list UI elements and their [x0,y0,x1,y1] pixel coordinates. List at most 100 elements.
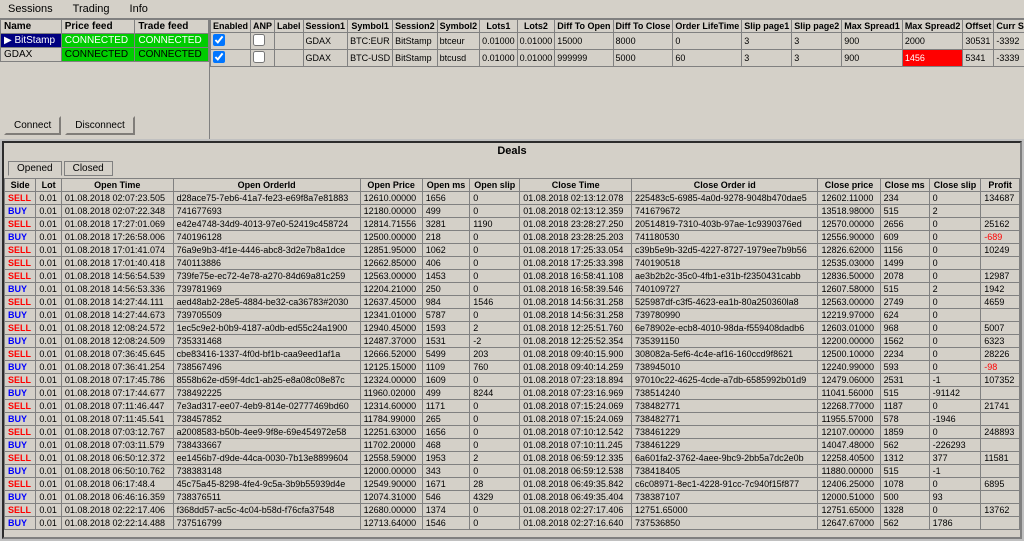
deals-row[interactable]: BUY 0.01 01.08.2018 12:08:24.509 7353314… [5,335,1020,348]
col-name: Name [1,20,62,34]
row-open-slip: 0 [470,465,520,478]
row-open-time: 01.08.2018 06:46:16.359 [61,491,173,504]
session-row-bitstamp[interactable]: ▶ BitStamp CONNECTED CONNECTED [1,34,209,48]
row-close-ms: 2234 [880,348,929,361]
deals-row[interactable]: SELL 0.01 01.08.2018 07:03:12.767 a20085… [5,426,1020,439]
row-close-price: 11955.57000 [818,413,880,426]
connect-button[interactable]: Connect [4,116,61,135]
anp-2[interactable] [251,50,275,67]
enabled-checkbox-1[interactable] [213,34,225,46]
row-open-price: 12341.01000 [360,309,422,322]
deals-row[interactable]: SELL 0.01 01.08.2018 17:27:01.069 e42e47… [5,218,1020,231]
th-symbol1: Symbol1 [348,20,393,33]
deals-row[interactable]: BUY 0.01 01.08.2018 07:36:41.254 7385674… [5,361,1020,374]
row-open-ms: 3281 [422,218,469,231]
th-session1: Session1 [303,20,348,33]
menu-info[interactable]: Info [126,2,152,16]
orderlifetime-2: 60 [673,50,742,67]
row-open-price: 11960.02000 [360,387,422,400]
enabled-1[interactable] [211,33,251,50]
row-close-ms: 593 [880,361,929,374]
row-lot: 0.01 [36,439,62,452]
row-close-time: 01.08.2018 07:23:16.969 [520,387,632,400]
row-open-price: 12662.85000 [360,257,422,270]
row-side: SELL [5,374,36,387]
deals-row[interactable]: SELL 0.01 01.08.2018 17:01:41.074 76a9e9… [5,244,1020,257]
deals-tabs: Opened Closed [4,159,1020,178]
tab-closed[interactable]: Closed [64,161,113,176]
row-open-slip: 4329 [470,491,520,504]
menu-sessions[interactable]: Sessions [4,2,57,16]
deals-row[interactable]: SELL 0.01 01.08.2018 02:07:23.505 d28ace… [5,192,1020,205]
row-close-slip: 0 [929,426,981,439]
enabled-2[interactable] [211,50,251,67]
row-close-time: 01.08.2018 06:49:35.842 [520,478,632,491]
anp-checkbox-1[interactable] [253,34,265,46]
deals-row[interactable]: SELL 0.01 01.08.2018 12:08:24.572 1ec5c9… [5,322,1020,335]
row-open-time: 01.08.2018 17:27:01.069 [61,218,173,231]
session-row-gdax[interactable]: GDAX CONNECTED CONNECTED [1,48,209,62]
row-open-time: 01.08.2018 06:50:12.372 [61,452,173,465]
row-close-ms: 1156 [880,244,929,257]
anp-1[interactable] [251,33,275,50]
trading-row-2[interactable]: GDAX BTC-USD BitStamp btcusd 0.01000 0.0… [211,50,1024,67]
deals-row[interactable]: SELL 0.01 01.08.2018 07:11:46.447 7e3ad3… [5,400,1020,413]
deals-row[interactable]: BUY 0.01 01.08.2018 07:11:45.541 7384578… [5,413,1020,426]
deals-row[interactable]: SELL 0.01 01.08.2018 07:17:45.786 8558b6… [5,374,1020,387]
row-lot: 0.01 [36,348,62,361]
row-open-ms: 5499 [422,348,469,361]
row-open-price: 12666.52000 [360,348,422,361]
row-open-slip: 28 [470,478,520,491]
deals-row[interactable]: SELL 0.01 01.08.2018 14:56:54.539 739fe7… [5,270,1020,283]
deals-row[interactable]: BUY 0.01 01.08.2018 02:22:14.488 7375167… [5,517,1020,530]
row-close-price: 12406.25000 [818,478,880,491]
deals-row[interactable]: SELL 0.01 01.08.2018 06:50:12.372 ee1456… [5,452,1020,465]
row-open-price: 12314.60000 [360,400,422,413]
deals-row[interactable]: BUY 0.01 01.08.2018 14:27:44.673 7397055… [5,309,1020,322]
row-close-ms: 1499 [880,257,929,270]
row-open-ms: 1374 [422,504,469,517]
anp-checkbox-2[interactable] [253,51,265,63]
row-close-ms: 515 [880,387,929,400]
deals-row[interactable]: BUY 0.01 01.08.2018 02:07:22.348 7416776… [5,205,1020,218]
row-close-price: 12268.77000 [818,400,880,413]
deals-table-container[interactable]: Side Lot Open Time Open OrderId Open Pri… [4,178,1020,537]
th-close-ms: Close ms [880,179,929,192]
row-side: SELL [5,478,36,491]
menu-trading[interactable]: Trading [69,2,114,16]
deals-row[interactable]: SELL 0.01 01.08.2018 14:27:44.111 aed48a… [5,296,1020,309]
deals-row[interactable]: BUY 0.01 01.08.2018 17:26:58.006 7401961… [5,231,1020,244]
th-symbol2: Symbol2 [437,20,480,33]
row-close-time: 01.08.2018 17:25:33.398 [520,257,632,270]
row-profit: -98 [981,361,1020,374]
row-close-ms: 2656 [880,218,929,231]
deals-row[interactable]: BUY 0.01 01.08.2018 14:56:53.336 7397819… [5,283,1020,296]
trading-row-1[interactable]: GDAX BTC:EUR BitStamp btceur 0.01000 0.0… [211,33,1024,50]
row-open-ms: 265 [422,413,469,426]
row-open-price: 12180.00000 [360,205,422,218]
deals-row[interactable]: SELL 0.01 01.08.2018 06:17:48.4 45c75a45… [5,478,1020,491]
deals-row[interactable]: SELL 0.01 01.08.2018 17:01:40.418 740113… [5,257,1020,270]
tab-opened[interactable]: Opened [8,161,62,176]
session-name-gdax: GDAX [1,48,62,62]
enabled-checkbox-2[interactable] [213,51,225,63]
deals-row[interactable]: SELL 0.01 01.08.2018 02:22:17.406 f368dd… [5,504,1020,517]
row-open-price: 12713.64000 [360,517,422,530]
row-open-price: 12204.21000 [360,283,422,296]
deals-row[interactable]: BUY 0.01 01.08.2018 07:03:11.579 7384336… [5,439,1020,452]
row-profit [981,491,1020,504]
row-open-time: 01.08.2018 17:26:58.006 [61,231,173,244]
deals-row[interactable]: BUY 0.01 01.08.2018 07:17:44.677 7384922… [5,387,1020,400]
deals-row[interactable]: SELL 0.01 01.08.2018 07:36:45.645 cbe834… [5,348,1020,361]
row-open-time: 01.08.2018 06:50:10.762 [61,465,173,478]
row-close-orderid: 738945010 [632,361,818,374]
th-anp: ANP [251,20,275,33]
row-side: SELL [5,452,36,465]
disconnect-button[interactable]: Disconnect [65,116,134,135]
row-profit: 10249 [981,244,1020,257]
deals-row[interactable]: BUY 0.01 01.08.2018 06:46:16.359 7383765… [5,491,1020,504]
deals-row[interactable]: BUY 0.01 01.08.2018 06:50:10.762 7383831… [5,465,1020,478]
row-close-orderid: 737536850 [632,517,818,530]
row-side: BUY [5,465,36,478]
row-close-time: 01.08.2018 02:13:12.078 [520,192,632,205]
